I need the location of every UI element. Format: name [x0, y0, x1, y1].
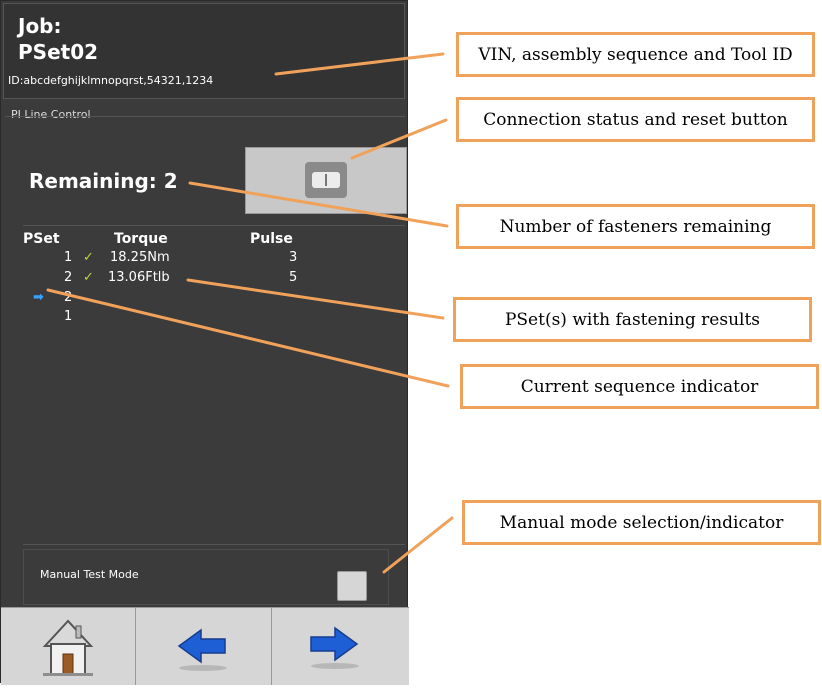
callout-current-sequence: Current sequence indicator	[460, 364, 819, 409]
callout-pset-results: PSet(s) with fastening results	[453, 297, 812, 342]
callout-connection-status: Connection status and reset button	[456, 97, 815, 142]
callout-remaining: Number of fasteners remaining	[456, 204, 815, 249]
callout-manual-mode: Manual mode selection/indicator	[462, 500, 821, 545]
callout-vin-tool-id: VIN, assembly sequence and Tool ID	[456, 32, 815, 77]
